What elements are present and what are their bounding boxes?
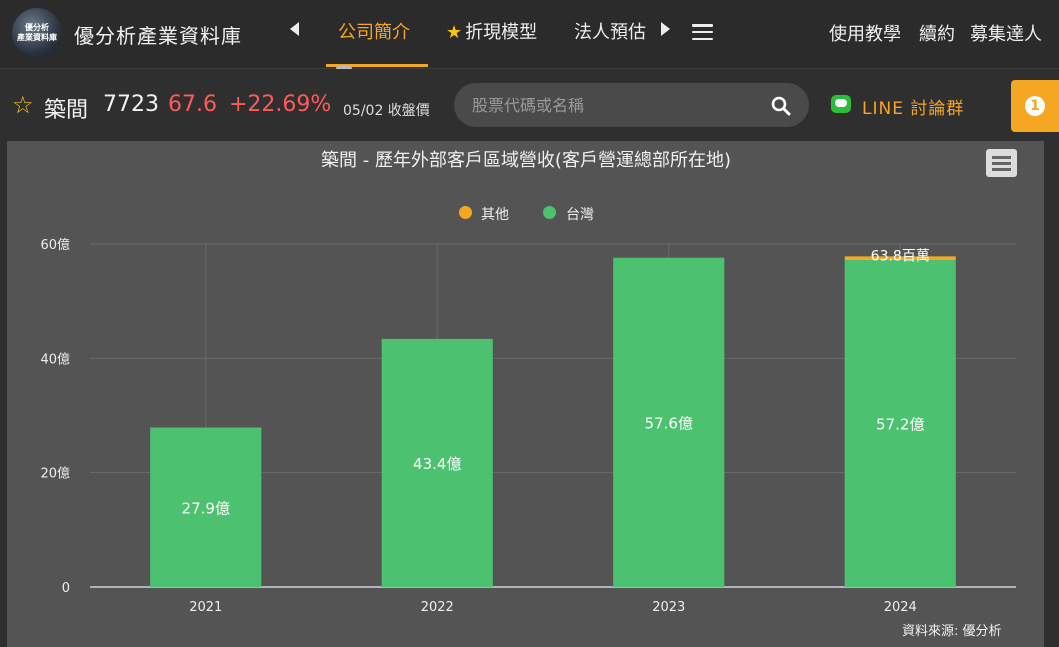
x-tick-label: 2021: [189, 600, 222, 615]
data-source-note: 資料來源: 優分析: [902, 624, 1002, 639]
y-tick-label: 20億: [40, 466, 70, 482]
y-tick-label: 40億: [40, 351, 70, 367]
x-tick-label: 2022: [421, 600, 454, 615]
y-tick-label: 60億: [40, 237, 70, 253]
y-tick-label: 0: [62, 581, 70, 596]
data-label-taiwan: 57.2億: [876, 416, 924, 434]
x-tick-label: 2024: [884, 600, 917, 615]
data-label-other: 63.8百萬: [871, 248, 930, 264]
x-tick-label: 2023: [652, 600, 685, 615]
data-label-taiwan: 27.9億: [182, 499, 230, 517]
data-label-taiwan: 57.6億: [645, 414, 693, 432]
data-label-taiwan: 43.4億: [413, 455, 461, 473]
bar-chart: 0 20億 40億 60億 27.9億 2021 43.4億 2022 57.6億 2023 63.…: [40, 237, 1016, 615]
